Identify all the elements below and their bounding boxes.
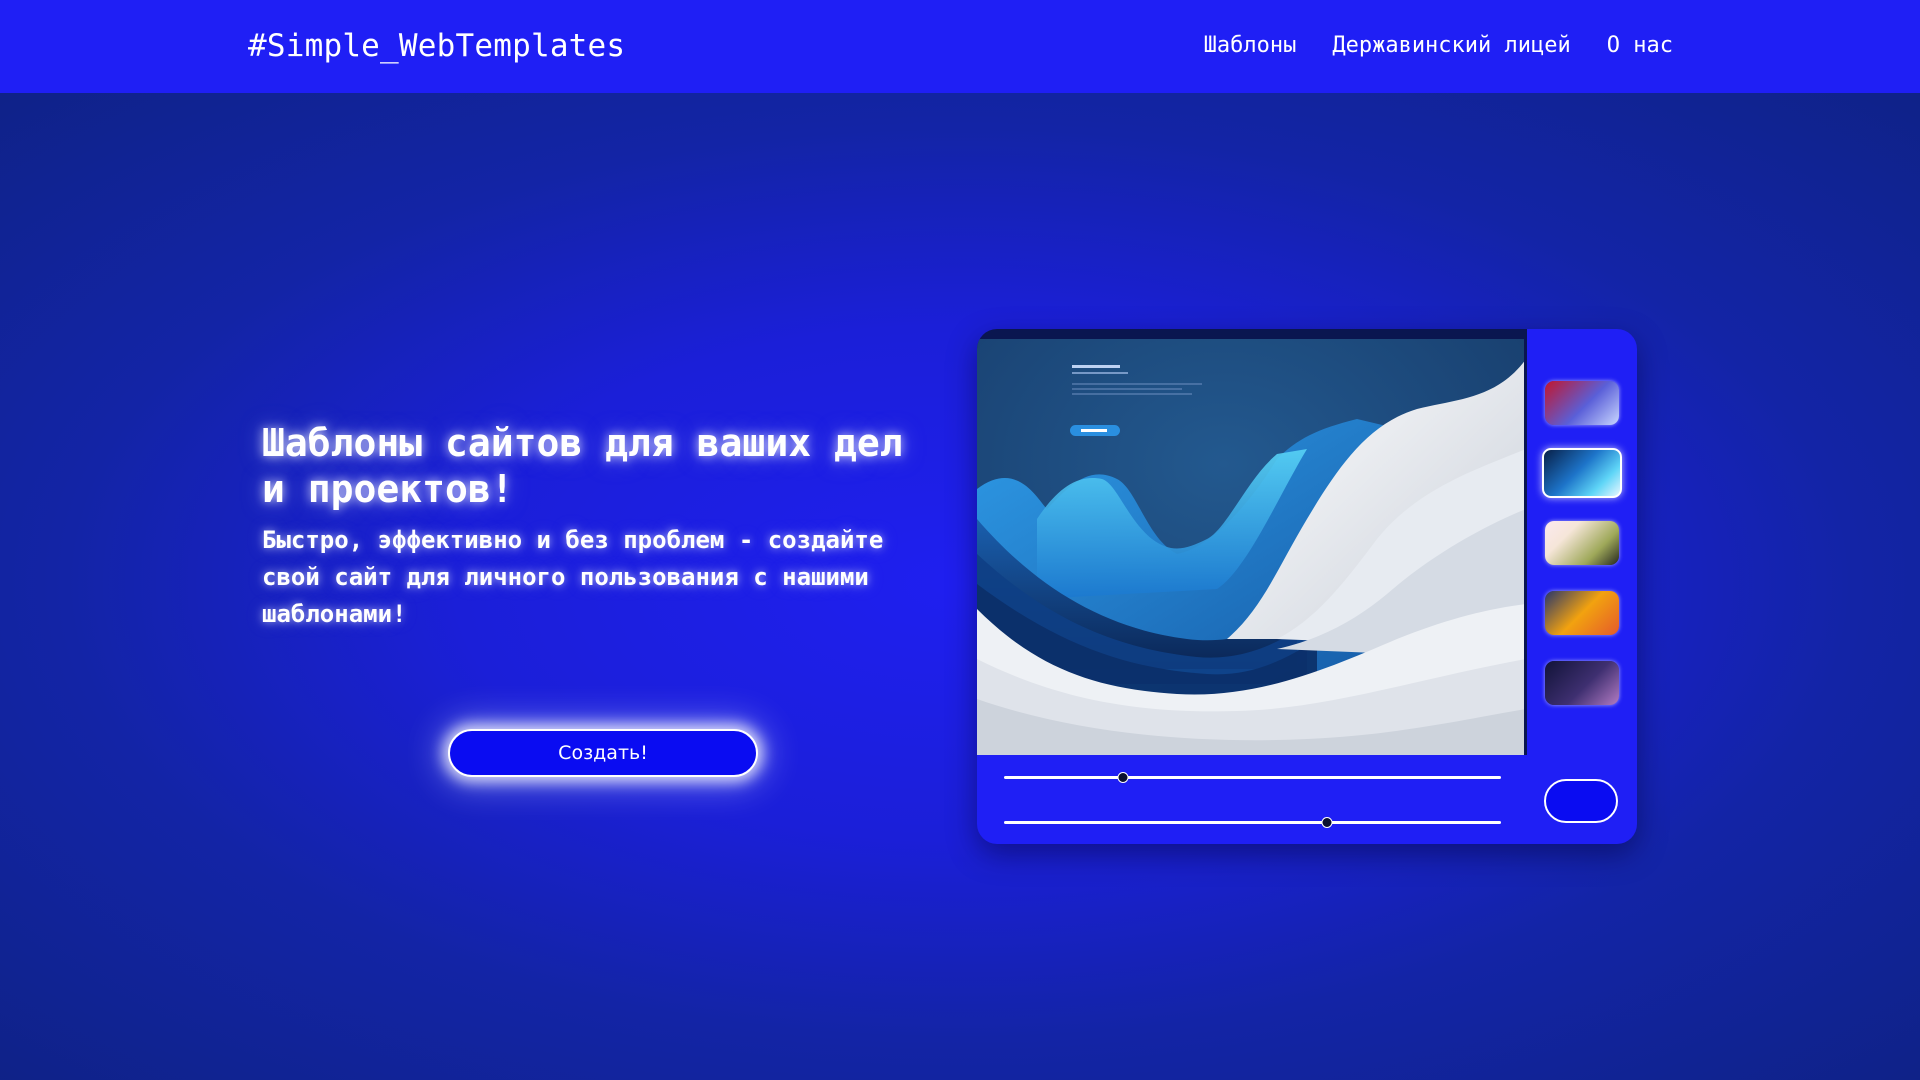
hero-subtitle: Быстро, эффективно и без проблем - созда…	[262, 526, 884, 628]
color-swatch-pastel-olive[interactable]	[1545, 521, 1619, 565]
adjust-slider-2[interactable]	[1004, 817, 1501, 828]
color-swatch-ocean-blue-selected[interactable]	[1542, 448, 1622, 498]
nav-link-templates[interactable]: Шаблоны	[1204, 33, 1297, 58]
create-button[interactable]: Создать!	[448, 729, 758, 777]
template-preview	[977, 329, 1526, 755]
main-nav: Шаблоны Державинский лицей О нас	[1204, 33, 1673, 58]
preview-divider	[1524, 329, 1527, 755]
color-swatch-orange-sunset[interactable]	[1545, 591, 1619, 635]
nav-link-derzhavin-lyceum[interactable]: Державинский лицей	[1332, 33, 1570, 58]
template-editor-panel	[977, 329, 1637, 844]
wave-template-preview-image	[977, 339, 1526, 755]
top-navigation-bar: #Simple_WebTemplates Шаблоны Державински…	[0, 0, 1920, 93]
nav-link-about-us[interactable]: О нас	[1607, 33, 1673, 58]
slider-1-thumb[interactable]	[1117, 772, 1129, 783]
hero-title: Шаблоны сайтов для ваших дел и проектов!	[262, 421, 903, 511]
color-swatch-red-blue[interactable]	[1545, 381, 1619, 425]
apply-button[interactable]	[1544, 779, 1618, 823]
color-swatch-dark-purple[interactable]	[1545, 661, 1619, 705]
slider-2-thumb[interactable]	[1321, 817, 1333, 828]
adjust-slider-1[interactable]	[1004, 772, 1501, 783]
brand-logo-link[interactable]: #Simple_WebTemplates	[248, 28, 625, 64]
